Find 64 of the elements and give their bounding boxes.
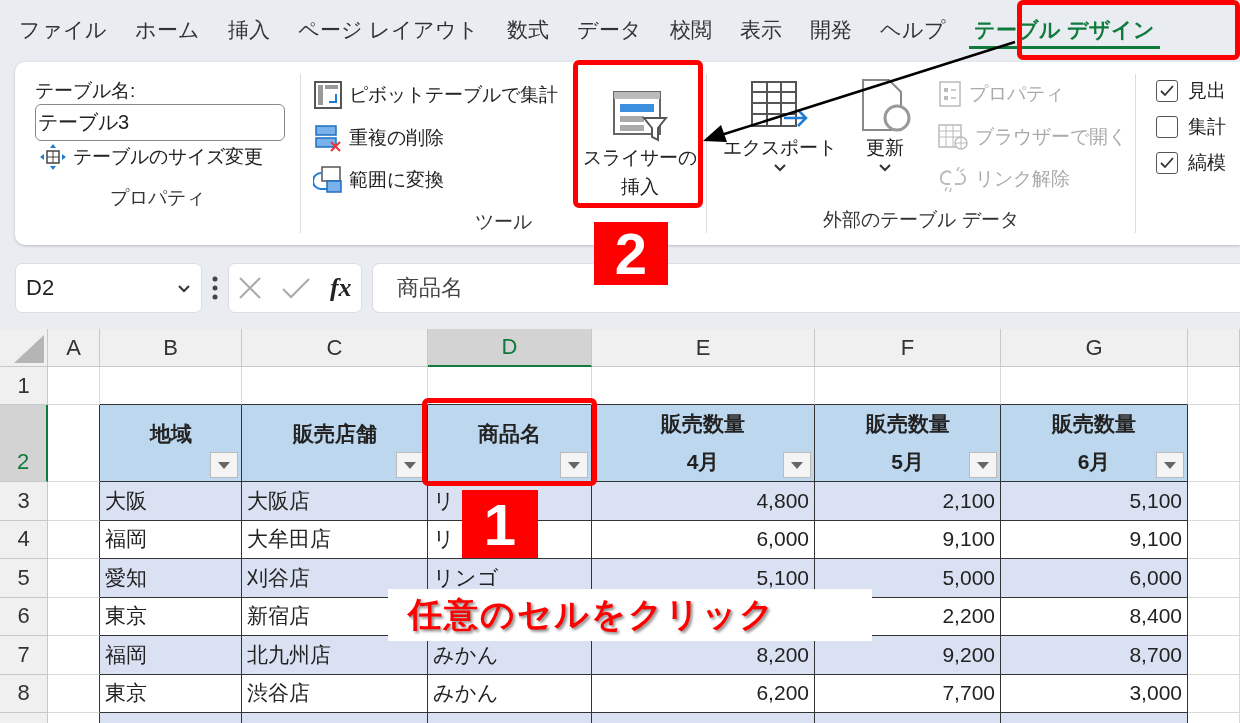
table-cell: 9,200 <box>815 636 1001 675</box>
menu-tab[interactable]: 数式 <box>501 13 554 49</box>
column-header[interactable]: F <box>815 329 1001 367</box>
menu-tab[interactable]: データ <box>571 13 647 49</box>
checkbox-label: 縞模 <box>1188 151 1226 175</box>
table-header: 販売数量 4月 <box>661 411 745 475</box>
group-label: プロパティ <box>109 186 206 210</box>
table-cell: 福岡 <box>100 636 242 675</box>
ribbon-command[interactable]: 範囲に変換 <box>309 163 562 197</box>
step-badge: 2 <box>594 222 668 285</box>
row-number[interactable]: 5 <box>0 559 48 598</box>
menu-tab[interactable]: ヘルプ <box>874 13 951 49</box>
name-box[interactable]: D2 <box>15 263 202 313</box>
table-cell: 大阪 <box>100 482 242 521</box>
refresh-button[interactable]: 更新 <box>851 74 919 203</box>
column-header[interactable]: B <box>100 329 242 367</box>
column-header[interactable]: D <box>428 329 592 367</box>
menu-tab[interactable]: ホーム <box>130 13 205 49</box>
row-number[interactable]: 1 <box>0 367 48 405</box>
ribbon-command[interactable]: 重複の削除 <box>309 120 562 155</box>
row-number[interactable]: 4 <box>0 520 48 559</box>
table-name-field[interactable]: テーブル3 <box>35 104 285 141</box>
table-cell: 5,000 <box>815 559 1001 598</box>
column-header[interactable]: C <box>242 329 428 367</box>
table-cell: 大阪店 <box>242 482 428 521</box>
table-header: 販売数量 6月 <box>1052 411 1136 475</box>
menu-tab[interactable]: 校閲 <box>664 13 717 49</box>
row-number[interactable]: 8 <box>0 674 48 713</box>
column-header[interactable]: E <box>592 329 815 367</box>
step-badge: 1 <box>462 490 538 558</box>
table-header: 商品名 <box>478 421 541 447</box>
export-button[interactable]: エクスポート <box>717 74 843 203</box>
table-cell: 刈谷店 <box>242 559 428 598</box>
column-header[interactable]: G <box>1001 329 1188 367</box>
table-cell: 2,100 <box>815 482 1001 521</box>
table-cell: 愛知 <box>100 559 242 598</box>
insert-function-button[interactable]: fx <box>329 273 352 303</box>
table-cell: 北九州店 <box>242 636 428 675</box>
table-cell: 4,800 <box>592 482 815 521</box>
checkbox-label: 見出 <box>1188 79 1226 103</box>
table-header: 地域 <box>149 421 192 447</box>
row-number[interactable]: 7 <box>0 636 48 675</box>
table-header: 販売店舗 <box>292 421 377 447</box>
table-cell: 8,700 <box>1001 636 1188 675</box>
menu-tab[interactable]: ファイル <box>14 13 112 49</box>
ribbon-command[interactable]: ピボットテーブルで集計 <box>309 78 562 112</box>
table-cell: 6,000 <box>1001 559 1188 598</box>
checkbox-label: 集計 <box>1188 115 1226 139</box>
group-label: 外部のテーブル データ <box>822 208 1020 232</box>
column-header[interactable]: A <box>48 329 100 367</box>
callout-note: 任意のセルをクリック <box>388 589 872 641</box>
group-label: ツール <box>474 210 533 234</box>
field-label: テーブル名: <box>35 79 137 103</box>
menu-tab[interactable]: 開発 <box>804 13 857 49</box>
row-number[interactable]: 2 <box>0 405 48 482</box>
row-number[interactable]: 6 <box>0 597 48 636</box>
menu-tab[interactable]: 表示 <box>734 13 787 49</box>
table-cell: 5,100 <box>1001 482 1188 521</box>
menu-tab[interactable]: 挿入 <box>223 13 275 49</box>
table-header: 販売数量 5月 <box>865 411 950 475</box>
insert-slicer-button[interactable]: スライサーの挿入 <box>574 74 706 205</box>
menu-tab[interactable]: ページ レイアウト <box>293 13 484 49</box>
resize-table-button[interactable]: テーブルのサイズ変更 <box>35 141 300 173</box>
row-number[interactable]: 3 <box>0 482 48 521</box>
